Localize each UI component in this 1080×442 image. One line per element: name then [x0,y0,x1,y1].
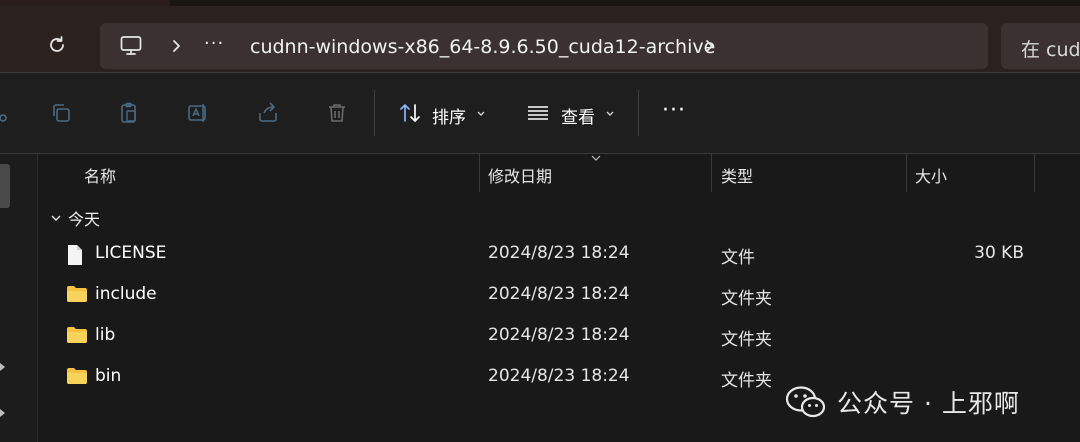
breadcrumb-current-folder[interactable]: cudnn-windows-x86_64-8.9.6.50_cuda12-arc… [250,36,715,58]
folder-icon [67,286,87,302]
address-bar[interactable]: ··· cudnn-windows-x86_64-8.9.6.50_cuda12… [100,23,988,69]
file-date: 2024/8/23 18:24 [488,325,630,345]
column-divider[interactable] [906,154,907,192]
file-type: 文件夹 [721,289,772,309]
chevron-right-icon[interactable] [170,35,184,57]
watermark: 公众号 · 上邪啊 [785,384,1020,420]
toolbar-divider [374,90,375,136]
file-type: 文件 [721,248,755,268]
cut-icon[interactable] [0,101,10,125]
chevron-down-icon [477,111,485,116]
column-divider[interactable] [711,154,712,192]
folder-icon [67,368,87,384]
watermark-text: 公众号 · 上邪啊 [837,389,1020,418]
expand-arrow-icon[interactable] [0,406,8,420]
file-name: include [95,284,157,304]
column-header-type[interactable]: 类型 [721,163,753,187]
sort-descending-icon [591,155,601,161]
sort-icon[interactable] [398,101,422,125]
chevron-down-icon [606,111,614,116]
address-row: ··· cudnn-windows-x86_64-8.9.6.50_cuda12… [0,6,1080,72]
column-divider[interactable] [479,154,480,192]
refresh-button[interactable] [40,28,74,62]
file-type: 文件夹 [721,371,772,391]
column-header-date[interactable]: 修改日期 [488,163,552,187]
chevron-down-icon [51,215,61,221]
search-input[interactable]: 在 cudnn [1001,23,1080,69]
document-icon [68,245,82,265]
more-options-button[interactable]: ··· [662,98,686,123]
file-name: lib [95,325,116,345]
breadcrumb-overflow-button[interactable]: ··· [204,33,224,54]
folder-row[interactable]: lib 2024/8/23 18:24 文件夹 [38,316,1080,356]
file-date: 2024/8/23 18:24 [488,243,630,263]
file-date: 2024/8/23 18:24 [488,284,630,304]
sort-button[interactable]: 排序 [432,103,466,128]
copy-icon[interactable] [49,101,73,125]
view-icon[interactable] [526,101,550,125]
refresh-icon [50,36,64,52]
search-placeholder: 在 cudnn [1021,39,1080,61]
file-size: 30 KB [974,243,1024,263]
column-divider[interactable] [1034,154,1035,192]
folder-row[interactable]: include 2024/8/23 18:24 文件夹 [38,275,1080,315]
paste-icon[interactable] [117,101,141,125]
file-row[interactable]: LICENSE 2024/8/23 18:24 文件 30 KB [38,234,1080,274]
file-name: LICENSE [95,243,167,263]
view-button[interactable]: 查看 [561,103,595,128]
command-bar: 排序 查看 ··· [0,73,1080,154]
column-header-size[interactable]: 大小 [915,163,947,187]
file-date: 2024/8/23 18:24 [488,366,630,386]
chevron-right-icon[interactable] [703,35,717,57]
group-label: 今天 [68,210,101,229]
file-type: 文件夹 [721,330,772,350]
group-header-today[interactable]: 今天 [50,206,100,230]
file-name: bin [95,366,122,386]
share-icon[interactable] [256,101,280,125]
wechat-icon [785,386,826,418]
toolbar-divider [638,90,639,136]
rename-icon[interactable] [186,101,210,125]
expand-arrow-icon[interactable] [0,360,8,374]
nav-scrollbar-thumb[interactable] [0,164,10,208]
this-pc-icon [120,36,142,55]
navigation-pane [0,154,38,442]
folder-icon [67,327,87,343]
column-header-name[interactable]: 名称 [84,163,116,187]
delete-icon[interactable] [325,101,349,125]
